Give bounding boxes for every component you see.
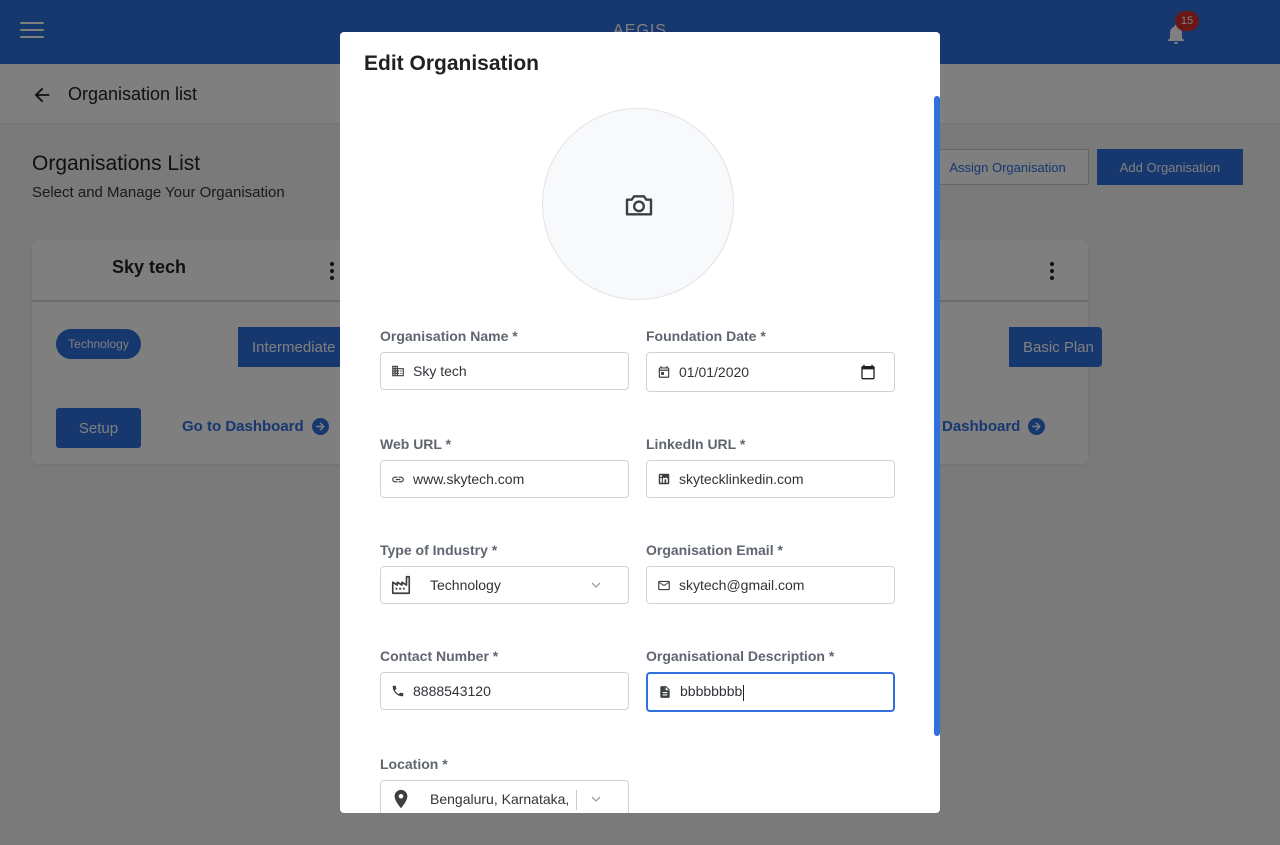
- organisation-email-field[interactable]: skytech@gmail.com: [646, 566, 895, 604]
- foundation-date-value: 01/01/2020: [679, 364, 750, 380]
- dialog-scrollbar[interactable]: [934, 96, 940, 736]
- select-separator: [576, 790, 577, 810]
- organisation-name-value: Sky tech: [413, 363, 467, 379]
- description-label: Organisational Description *: [646, 648, 835, 664]
- organisation-email-value: skytech@gmail.com: [679, 577, 805, 593]
- organisation-email-label: Organisation Email *: [646, 542, 783, 558]
- chevron-down-icon: [591, 796, 601, 802]
- foundation-date-field[interactable]: 01/01/2020: [646, 352, 895, 392]
- contact-number-field[interactable]: 8888543120: [380, 672, 629, 710]
- description-value: bbbbbbbb: [680, 683, 745, 701]
- mail-icon: [657, 578, 671, 592]
- linkedin-icon: [657, 472, 671, 486]
- organisation-name-label: Organisation Name *: [380, 328, 518, 344]
- logo-upload[interactable]: [542, 108, 734, 300]
- linkedin-url-field[interactable]: skytecklinkedin.com: [646, 460, 895, 498]
- organisation-name-field[interactable]: Sky tech: [380, 352, 629, 390]
- linkedin-url-label: LinkedIn URL *: [646, 436, 746, 452]
- location-pin-icon: [390, 788, 412, 810]
- linkedin-url-value: skytecklinkedin.com: [679, 471, 804, 487]
- phone-icon: [391, 684, 405, 698]
- building-icon: [391, 364, 405, 378]
- location-select[interactable]: Bengaluru, Karnataka,: [380, 780, 629, 813]
- industry-select[interactable]: Technology: [380, 566, 629, 604]
- foundation-date-label: Foundation Date *: [646, 328, 766, 344]
- location-value: Bengaluru, Karnataka,: [430, 791, 570, 807]
- web-url-field[interactable]: www.skytech.com: [380, 460, 629, 498]
- web-url-label: Web URL *: [380, 436, 452, 452]
- location-label: Location *: [380, 756, 448, 772]
- contact-number-label: Contact Number *: [380, 648, 499, 664]
- camera-icon: [625, 195, 653, 216]
- description-field[interactable]: bbbbbbbb: [646, 672, 895, 712]
- web-url-value: www.skytech.com: [413, 471, 525, 487]
- industry-label: Type of Industry *: [380, 542, 498, 558]
- dialog-title: Edit Organisation: [364, 52, 540, 75]
- link-icon: [391, 472, 405, 486]
- edit-organisation-dialog: Edit Organisation Organisation Name * Sk…: [340, 32, 940, 813]
- industry-value: Technology: [430, 577, 501, 593]
- factory-icon: [390, 574, 412, 596]
- contact-number-value: 8888543120: [413, 683, 491, 699]
- date-picker-icon[interactable]: [860, 364, 876, 380]
- chevron-down-icon: [591, 582, 601, 588]
- calendar-icon: [657, 365, 671, 379]
- document-icon: [658, 685, 672, 699]
